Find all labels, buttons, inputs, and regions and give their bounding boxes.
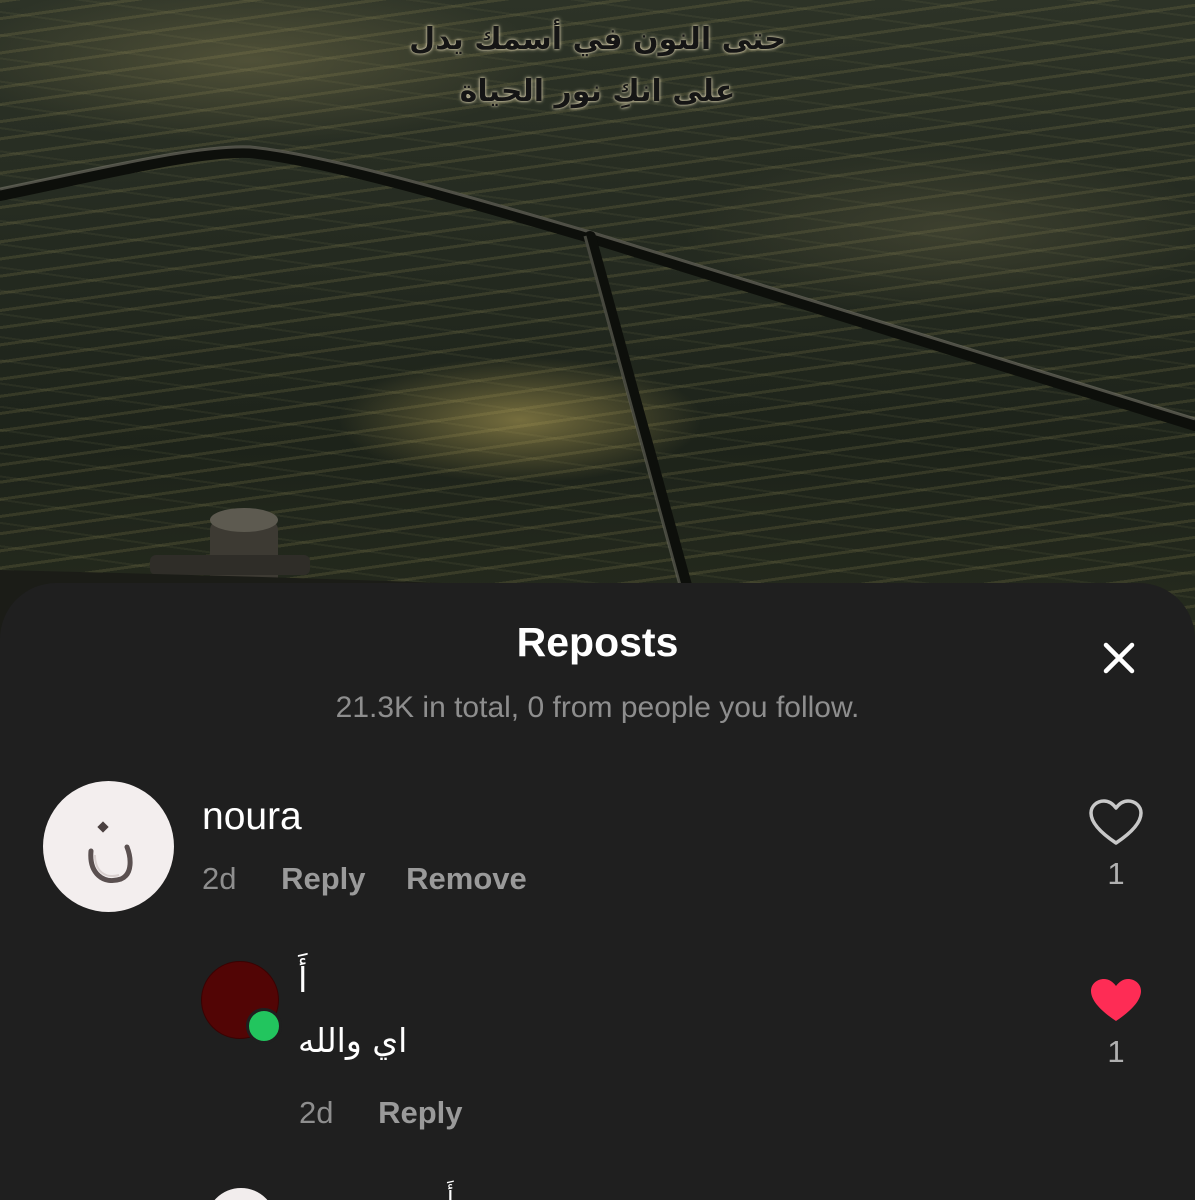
online-status-badge xyxy=(246,1008,282,1044)
video-caption-line: حتى النون في أسمك يدل xyxy=(409,22,786,57)
close-button[interactable] xyxy=(1096,635,1142,681)
reply-button[interactable]: Reply xyxy=(378,1095,462,1131)
comment-time: 2d xyxy=(202,861,237,896)
close-icon xyxy=(1103,642,1135,674)
comment-item: noura 2d Reply Remove 1 xyxy=(0,781,1195,921)
reply-username[interactable]: أَ xyxy=(298,961,307,1001)
comment-username[interactable]: noura xyxy=(202,795,302,839)
reply-item: أَ اي والله 2d Reply 1 xyxy=(0,961,1195,1151)
reply-username[interactable]: أَ xyxy=(447,1186,454,1200)
comment-meta: 2d Reply Remove xyxy=(202,861,527,897)
heart-outline-icon xyxy=(1089,799,1143,845)
reply-button[interactable]: Reply xyxy=(281,861,365,897)
like-button[interactable]: 1 xyxy=(1081,977,1151,1070)
video-background[interactable]: حتى النون في أسمك يدل على انكِ نور الحيا… xyxy=(0,0,1195,640)
sheet-title: Reposts xyxy=(516,619,679,665)
reply-time: 2d xyxy=(299,1095,334,1130)
video-caption: حتى النون في أسمك يدل على انكِ نور الحيا… xyxy=(0,14,1195,118)
avatar[interactable] xyxy=(43,781,174,912)
like-count: 1 xyxy=(1107,856,1125,891)
reposts-sheet: Reposts 21.3K in total, 0 from people yo… xyxy=(0,583,1195,1200)
like-button[interactable]: 1 xyxy=(1081,799,1151,892)
like-count: 1 xyxy=(1107,1034,1125,1069)
video-caption-line: على انكِ نور الحياة xyxy=(459,74,736,109)
reply-meta: 2d Reply xyxy=(299,1095,463,1131)
heart-filled-icon xyxy=(1091,979,1141,1021)
sheet-subtitle: 21.3K in total, 0 from people you follow… xyxy=(335,691,860,724)
noon-letter-avatar-graphic xyxy=(88,821,133,883)
remove-button[interactable]: Remove xyxy=(406,861,527,897)
reply-text: اي والله xyxy=(298,1021,408,1060)
app-screen: حتى النون في أسمك يدل على انكِ نور الحيا… xyxy=(0,0,1195,1200)
